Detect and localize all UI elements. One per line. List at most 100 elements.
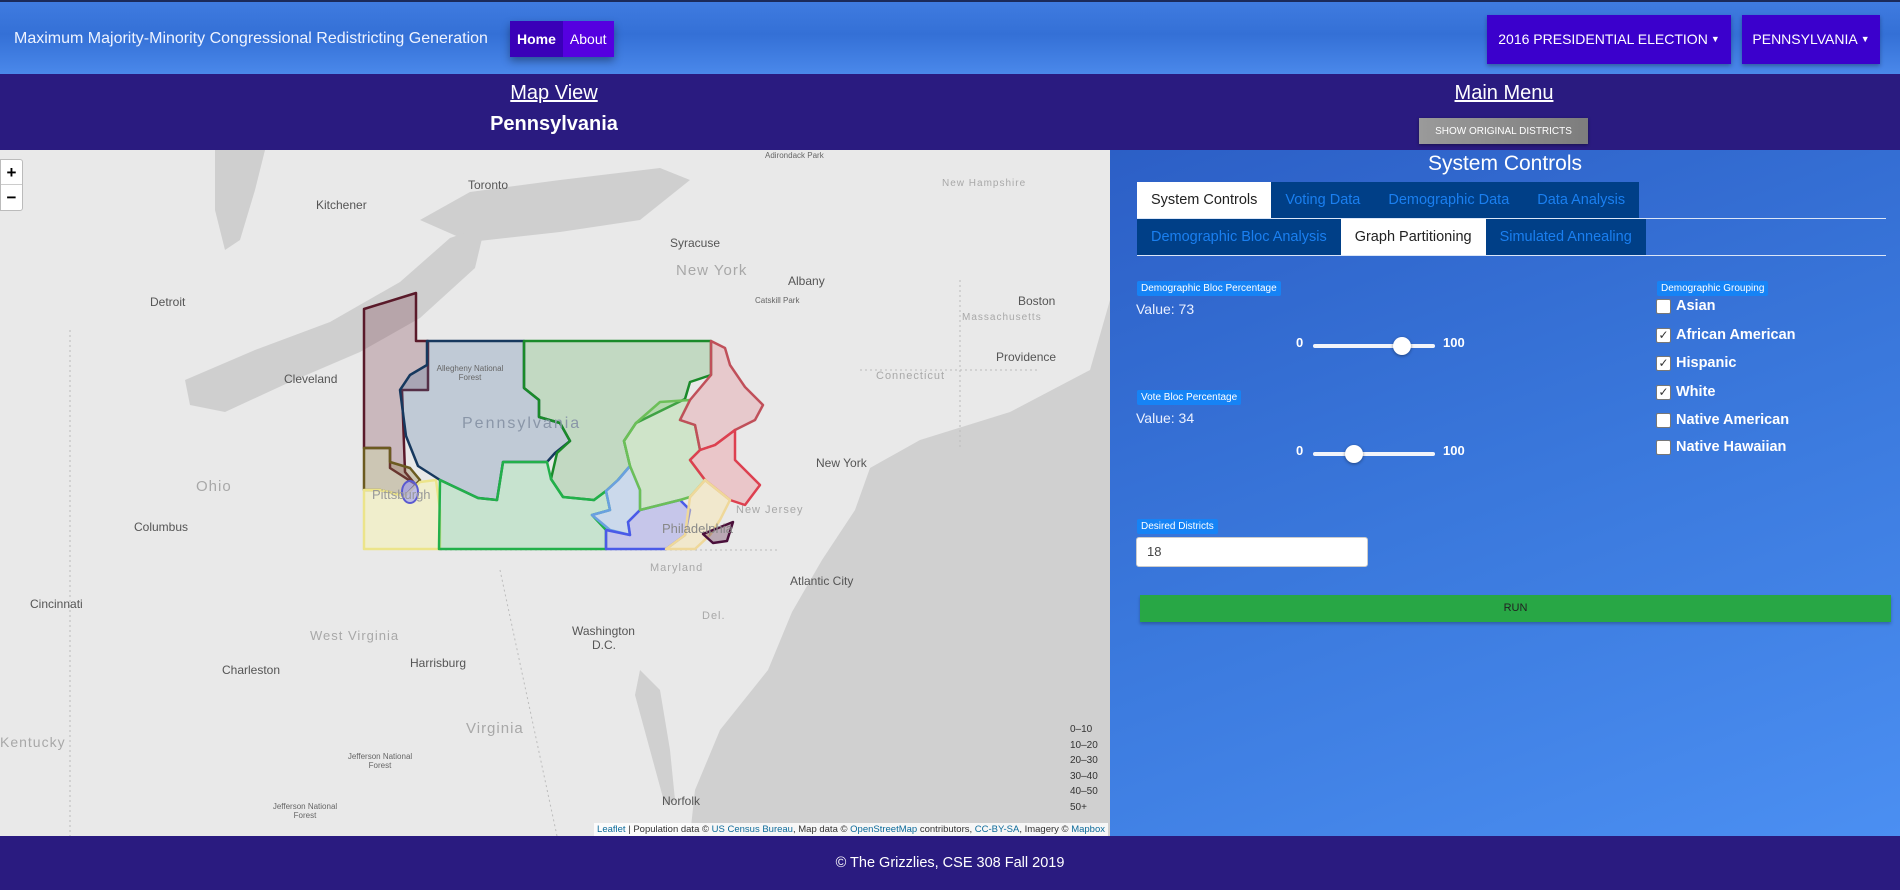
state-dropdown[interactable]: PENNSYLVANIA ▼: [1742, 15, 1880, 64]
checkbox-checked-icon[interactable]: ✓: [1656, 355, 1671, 371]
leaflet-link[interactable]: Leaflet: [597, 824, 626, 835]
city-label: Atlantic City: [790, 574, 854, 588]
checkbox-checked-icon[interactable]: ✓: [1656, 327, 1671, 343]
checkbox-unchecked-icon[interactable]: [1656, 412, 1671, 428]
vote-bloc-slider[interactable]: [1313, 445, 1435, 463]
checkbox-label: African American: [1676, 327, 1796, 343]
slider-thumb[interactable]: [1393, 337, 1412, 355]
panel-title: System Controls: [1427, 152, 1583, 175]
park-label: Adirondack Park: [765, 151, 824, 160]
vote-bloc-value: Value: 34: [1136, 410, 1195, 426]
tab-row-2: Demographic Bloc Analysis Graph Partitio…: [1137, 219, 1646, 256]
footer: © The Grizzlies, CSE 308 Fall 2019: [0, 836, 1900, 890]
checkbox-unchecked-icon[interactable]: [1656, 439, 1671, 455]
nav-links: Home About: [510, 21, 614, 57]
city-label: Toronto: [468, 178, 509, 192]
map[interactable]: Toronto Kitchener Syracuse Albany Detroi…: [0, 150, 1110, 836]
demographic-checkbox-hispanic[interactable]: ✓ Hispanic: [1656, 355, 1736, 371]
run-button[interactable]: RUN: [1140, 595, 1891, 622]
city-label: New York: [816, 456, 867, 470]
zoom-out-button[interactable]: −: [1, 185, 22, 210]
city-label: Pittsburgh: [372, 487, 431, 502]
mapbox-link[interactable]: Mapbox: [1071, 824, 1105, 835]
region-label: Massachusetts: [962, 312, 1042, 323]
region-label: West Virginia: [310, 628, 400, 643]
legend-item: 30–40: [1070, 770, 1098, 782]
map-view-link[interactable]: Map View: [510, 82, 597, 105]
legend-item: 0–10: [1070, 724, 1093, 735]
attribution-text: contributors,: [917, 824, 975, 835]
license-link[interactable]: CC-BY-SA: [975, 824, 1020, 835]
region-label: Ohio: [196, 478, 232, 495]
city-label: Cleveland: [284, 372, 338, 386]
checkbox-label: Asian: [1676, 298, 1716, 314]
tab-graph-partitioning[interactable]: Graph Partitioning: [1340, 219, 1486, 256]
map-attribution: Leaflet | Population data © US Census Bu…: [594, 823, 1108, 836]
attribution-text: | Population data ©: [625, 824, 712, 835]
tab-voting-data[interactable]: Voting Data: [1271, 182, 1374, 219]
demographic-checkbox-white[interactable]: ✓ White: [1656, 384, 1715, 400]
tab-data-analysis[interactable]: Data Analysis: [1523, 182, 1639, 219]
demographic-checkbox-native-hawaiian[interactable]: Native Hawaiian: [1656, 439, 1786, 455]
nav-home-link[interactable]: Home: [510, 21, 563, 57]
nav-about-link[interactable]: About: [562, 21, 614, 57]
tab-system-controls[interactable]: System Controls: [1137, 182, 1272, 219]
state-title: Pennsylvania: [490, 113, 618, 135]
city-label: Providence: [996, 350, 1057, 364]
tab-demographic-data[interactable]: Demographic Data: [1374, 182, 1523, 219]
demographic-bloc-slider[interactable]: [1313, 337, 1435, 355]
slider-max: 100: [1443, 335, 1465, 350]
city-label: Boston: [1018, 294, 1056, 308]
election-dropdown[interactable]: 2016 PRESIDENTIAL ELECTION ▼: [1487, 15, 1731, 64]
region-label: New York: [676, 262, 748, 279]
tab-demographic-bloc-analysis[interactable]: Demographic Bloc Analysis: [1137, 219, 1341, 256]
tab-divider: [1137, 255, 1886, 256]
city-label: Norfolk: [662, 794, 701, 808]
chesapeake-bay: [635, 670, 675, 805]
city-label: Columbus: [134, 520, 189, 534]
checkbox-label: Hispanic: [1676, 355, 1737, 371]
tab-simulated-annealing[interactable]: Simulated Annealing: [1486, 219, 1646, 256]
region-label: Connecticut: [876, 370, 946, 382]
region-label: New Jersey: [736, 504, 804, 516]
legend-item: 40–50: [1070, 786, 1098, 798]
legend-item: 20–30: [1070, 755, 1098, 767]
checkbox-checked-icon[interactable]: ✓: [1656, 384, 1671, 400]
zoom-control: + −: [0, 159, 23, 211]
desired-districts-input[interactable]: 18: [1136, 537, 1368, 567]
region-label: New Hampshire: [942, 178, 1027, 189]
legend-item: 50+: [1070, 801, 1087, 813]
city-label: Syracuse: [670, 236, 721, 250]
show-original-districts-button[interactable]: SHOW ORIGINAL DISTRICTS: [1419, 118, 1588, 144]
city-label: Charleston: [222, 663, 281, 677]
zoom-in-button[interactable]: +: [1, 160, 22, 185]
lake-ontario: [420, 168, 690, 242]
checkbox-unchecked-icon[interactable]: [1656, 298, 1671, 314]
demographic-checkbox-african-american[interactable]: ✓ African American: [1656, 327, 1796, 343]
park-label: Jefferson National Forest: [272, 802, 338, 820]
city-label: D.C.: [592, 638, 616, 652]
state-dropdown-label: PENNSYLVANIA: [1752, 31, 1858, 47]
park-label: Jefferson National Forest: [347, 752, 413, 770]
slider-thumb[interactable]: [1345, 445, 1364, 463]
slider-min: 0: [1296, 443, 1304, 458]
main-menu-link[interactable]: Main Menu: [1455, 82, 1554, 105]
city-label: Philadelphia: [662, 521, 733, 536]
city-label: Harrisburg: [410, 656, 467, 670]
region-label: Del.: [702, 610, 726, 622]
slider-min: 0: [1296, 335, 1304, 350]
census-link[interactable]: US Census Bureau: [712, 824, 793, 835]
region-label: Kentucky: [0, 734, 66, 750]
demographic-checkbox-native-american[interactable]: Native American: [1656, 412, 1789, 428]
checkbox-label: Native American: [1676, 412, 1790, 428]
election-dropdown-label: 2016 PRESIDENTIAL ELECTION: [1498, 31, 1708, 47]
map-legend: 0–10 10–20 20–30 30–40 40–50 50+: [1070, 722, 1098, 816]
app-title[interactable]: Maximum Majority-Minority Congressional …: [14, 30, 488, 48]
region-label: Virginia: [466, 720, 524, 737]
slider-max: 100: [1443, 443, 1465, 458]
park-label: Allegheny National Forest: [436, 364, 504, 382]
map-tiles: [69, 150, 1110, 836]
attribution-text: , Map data ©: [792, 824, 851, 835]
osm-link[interactable]: OpenStreetMap: [850, 824, 917, 835]
demographic-checkbox-asian[interactable]: Asian: [1656, 298, 1716, 314]
